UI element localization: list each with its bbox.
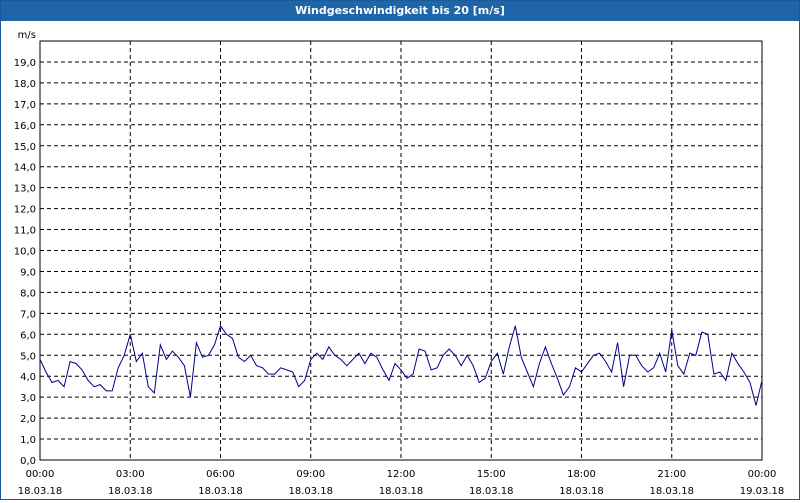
x-tick-date: 18.03.18 <box>18 486 63 497</box>
x-tick-time: 03:00 <box>116 469 145 480</box>
x-tick-time: 12:00 <box>387 469 416 480</box>
x-tick-date: 18.03.18 <box>288 486 333 497</box>
x-tick-time: 18:00 <box>567 469 596 480</box>
wind-speed-chart: 0,0 1,0 2,0 3,0 4,0 5,0 6,0 7,0 8,0 9,0 10,0 11,0 12… <box>14 30 785 497</box>
y-tick-label: 8,0 <box>20 288 36 299</box>
y-tick-label: 3,0 <box>20 393 36 404</box>
x-tick-date: 18.03.18 <box>108 486 153 497</box>
y-tick-label: 16,0 <box>14 121 36 132</box>
y-tick-label: 18,0 <box>14 79 36 90</box>
x-tick-date: 18.03.18 <box>379 486 424 497</box>
x-tick-date: 18.03.18 <box>469 486 514 497</box>
y-tick-label: 11,0 <box>14 226 36 237</box>
chart-window: Windgeschwindigkeit bis 20 [m/s] 0,0 1,0 2… <box>0 0 800 500</box>
window-title: Windgeschwindigkeit bis 20 [m/s] <box>1 1 799 21</box>
y-tick-label: 9,0 <box>20 267 36 278</box>
y-tick-label: 19,0 <box>14 58 36 69</box>
x-tick-date: 19.03.18 <box>740 486 785 497</box>
x-tick-date: 18.03.18 <box>649 486 694 497</box>
y-tick-label: 6,0 <box>20 330 36 341</box>
y-tick-label: 14,0 <box>14 163 36 174</box>
y-tick-label: 10,0 <box>14 247 36 258</box>
x-tick-time: 06:00 <box>206 469 235 480</box>
x-tick-date: 18.03.18 <box>198 486 243 497</box>
x-tick-time: 21:00 <box>657 469 686 480</box>
x-tick-time: 00:00 <box>26 469 55 480</box>
y-tick-label: 0,0 <box>20 456 36 467</box>
y-tick-label: 1,0 <box>20 435 36 446</box>
y-tick-label: 7,0 <box>20 309 36 320</box>
y-axis-label: m/s <box>18 30 36 41</box>
x-tick-time: 00:00 <box>748 469 777 480</box>
chart-area: 0,0 1,0 2,0 3,0 4,0 5,0 6,0 7,0 8,0 9,0 10,0 11,0 12… <box>1 22 799 499</box>
x-tick-date: 18.03.18 <box>559 486 604 497</box>
y-tick-label: 4,0 <box>20 372 36 383</box>
y-tick-label: 17,0 <box>14 100 36 111</box>
x-tick-time: 15:00 <box>477 469 506 480</box>
y-tick-label: 5,0 <box>20 351 36 362</box>
y-tick-label: 13,0 <box>14 184 36 195</box>
y-tick-label: 12,0 <box>14 205 36 216</box>
x-tick-time: 09:00 <box>296 469 325 480</box>
y-tick-label: 15,0 <box>14 142 36 153</box>
y-tick-label: 2,0 <box>20 414 36 425</box>
